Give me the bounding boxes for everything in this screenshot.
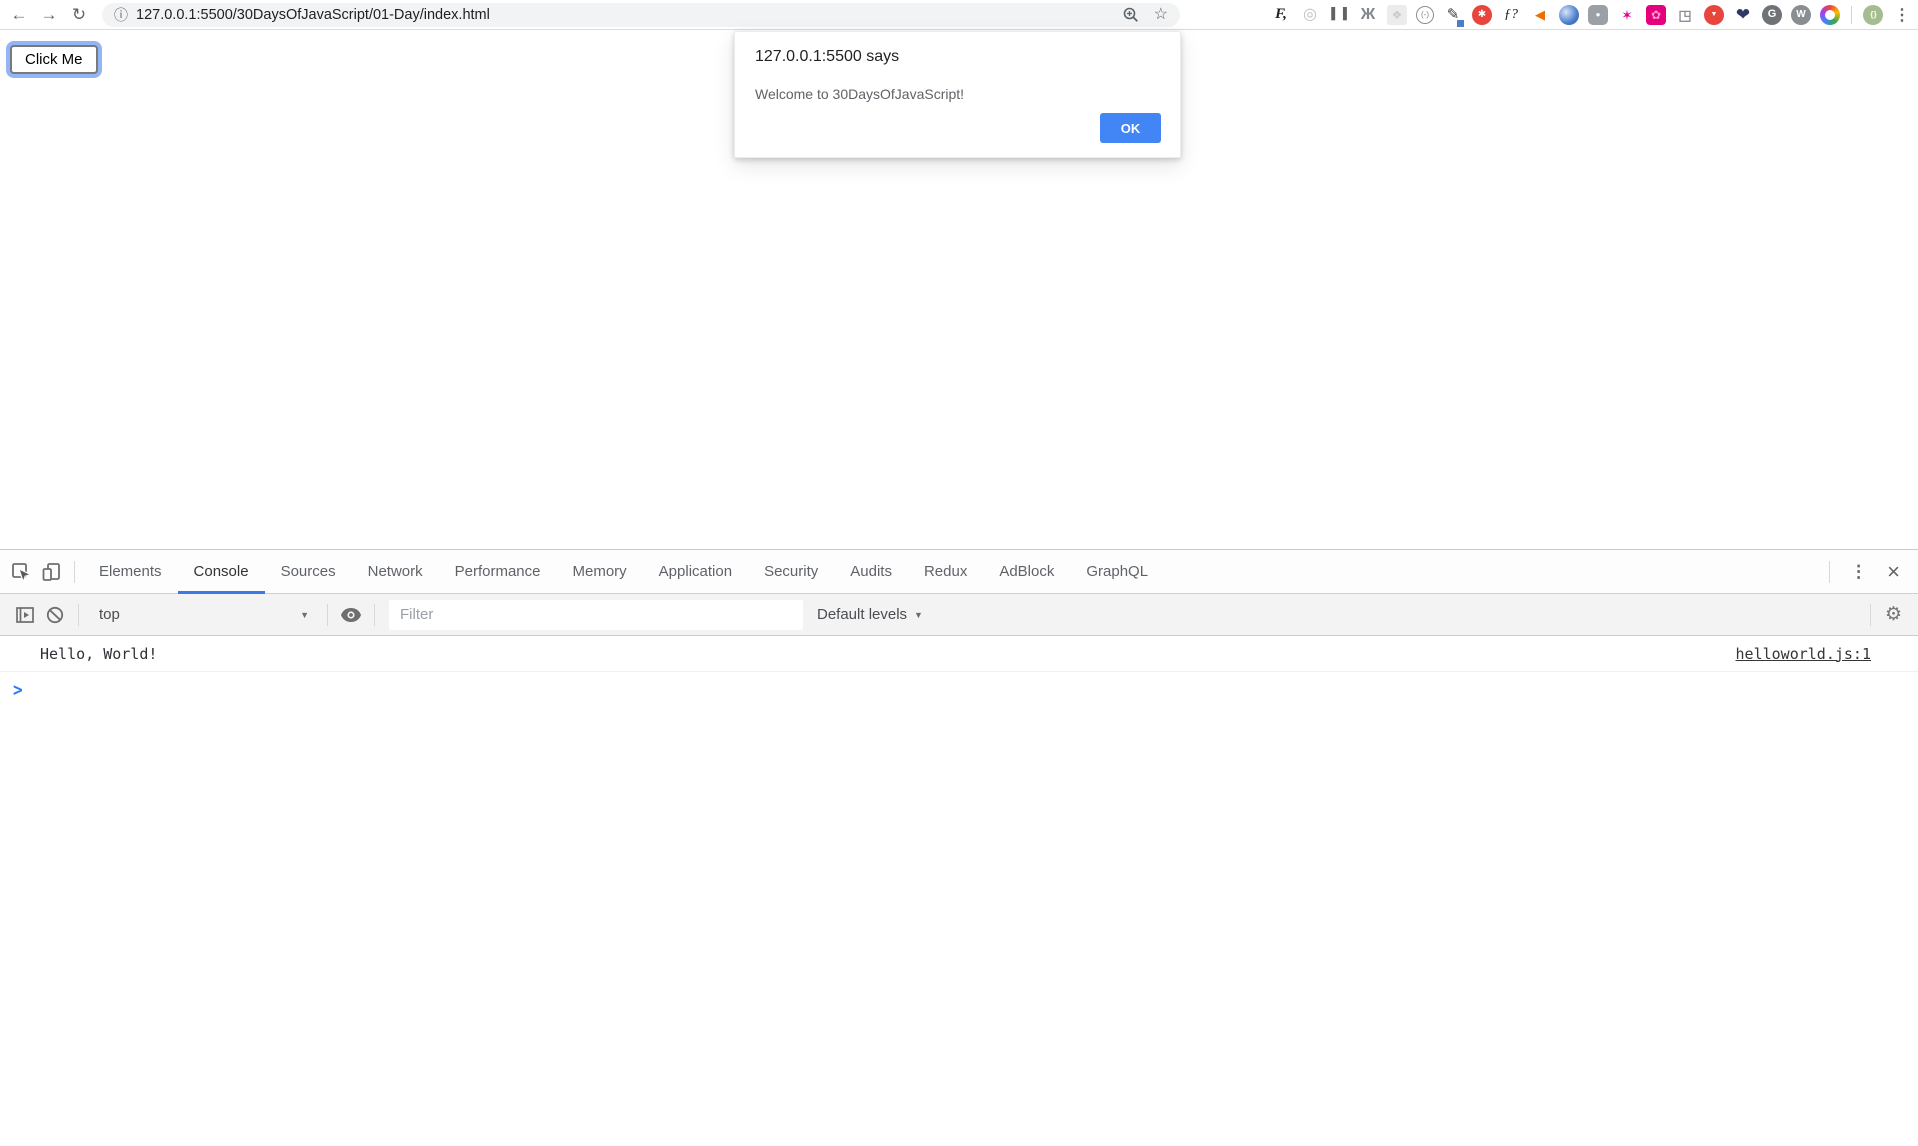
extensions-bar: F, ◎ ▌▐ Ж ❖ (-) ✎ ✱ ƒ? ◀ ● ✶ ✿ ◳ ▼ ❤ G W… <box>1271 5 1883 25</box>
forward-icon[interactable]: → <box>40 6 58 23</box>
console-log-message: Hello, World! <box>40 645 157 663</box>
tab-adblock[interactable]: AdBlock <box>983 550 1070 594</box>
browser-window: ← → ↻ ⓘ 127.0.0.1:5500/30DaysOfJavaScrip… <box>0 0 1918 1145</box>
tab-application[interactable]: Application <box>643 550 748 594</box>
context-selector[interactable]: top ▼ <box>87 606 319 623</box>
alert-dialog-message: Welcome to 30DaysOfJavaScript! <box>755 86 1160 102</box>
stop-hand-icon[interactable]: ✱ <box>1472 5 1492 25</box>
zoom-magnifier-icon[interactable] <box>1123 7 1139 23</box>
grid-icon[interactable]: ❖ <box>1387 5 1407 25</box>
tab-audits[interactable]: Audits <box>834 550 908 594</box>
chevron-down-icon: ▼ <box>914 610 923 620</box>
reload-icon[interactable]: ↻ <box>70 6 88 23</box>
code-parens-icon[interactable]: (-) <box>1416 6 1434 24</box>
toolbar-separator <box>1851 6 1852 24</box>
color-ring-icon[interactable] <box>1820 5 1840 25</box>
tab-network[interactable]: Network <box>352 550 439 594</box>
filter-input[interactable] <box>389 600 803 630</box>
megaphone-icon[interactable]: ◀ <box>1530 5 1550 25</box>
click-me-button[interactable]: Click Me <box>10 45 98 74</box>
context-selector-value: top <box>99 606 120 623</box>
browser-toolbar: ← → ↻ ⓘ 127.0.0.1:5500/30DaysOfJavaScrip… <box>0 0 1918 30</box>
bookmark-icon[interactable]: ▼ <box>1704 5 1724 25</box>
console-toolbar: top ▼ Default levels ▼ ⚙ <box>0 594 1918 636</box>
browser-menu-icon[interactable]: ⋮ <box>1894 5 1908 25</box>
json-braces-icon[interactable]: { } <box>1863 5 1883 25</box>
alert-ok-button[interactable]: OK <box>1100 113 1161 143</box>
omnibox-actions: ☆ <box>1123 7 1168 23</box>
eyedropper-icon[interactable]: ✎ <box>1443 5 1463 25</box>
tab-performance[interactable]: Performance <box>439 550 557 594</box>
tabbar-separator <box>74 561 75 583</box>
toolbar-separator <box>1870 604 1871 626</box>
clear-console-icon[interactable] <box>40 600 70 630</box>
back-icon[interactable]: ← <box>10 6 28 23</box>
alert-dialog-title: 127.0.0.1:5500 says <box>755 48 1160 66</box>
tab-elements[interactable]: Elements <box>83 550 178 594</box>
settings-gear-icon[interactable]: ⚙ <box>1879 603 1908 626</box>
heart-search-icon[interactable]: ❤ <box>1733 5 1753 25</box>
w-circle-icon[interactable]: W <box>1791 5 1811 25</box>
live-expression-eye-icon[interactable] <box>336 600 366 630</box>
address-bar[interactable]: ⓘ 127.0.0.1:5500/30DaysOfJavaScript/01-D… <box>102 3 1180 27</box>
g-circle-icon[interactable]: G <box>1762 5 1782 25</box>
devtools-tabbar: Elements Console Sources Network Perform… <box>0 550 1918 594</box>
pink-gear-icon[interactable]: ✿ <box>1646 5 1666 25</box>
devtools-menu-icon[interactable]: ⋮ <box>1838 562 1879 582</box>
console-prompt-icon: > <box>13 678 23 700</box>
color-ring-center <box>1825 10 1835 20</box>
devtools-close-icon[interactable]: × <box>1879 561 1908 583</box>
url-text: 127.0.0.1:5500/30DaysOfJavaScript/01-Day… <box>136 7 490 23</box>
toolbar-separator <box>374 604 375 626</box>
page-content: Click Me 127.0.0.1:5500 says Welcome to … <box>0 30 1918 549</box>
inspect-element-icon[interactable] <box>6 557 36 587</box>
tab-graphql[interactable]: GraphQL <box>1070 550 1164 594</box>
blocks-icon[interactable]: ◳ <box>1675 5 1695 25</box>
bug-icon[interactable]: Ж <box>1358 5 1378 25</box>
tab-memory[interactable]: Memory <box>557 550 643 594</box>
toolbar-separator <box>327 604 328 626</box>
graphql-icon[interactable]: ✶ <box>1617 5 1637 25</box>
function-help-icon[interactable]: ƒ? <box>1501 5 1521 25</box>
log-levels-value: Default levels <box>817 606 907 623</box>
console-log-row: Hello, World! helloworld.js:1 <box>0 636 1918 672</box>
tab-security[interactable]: Security <box>748 550 834 594</box>
target-spiral-icon[interactable]: ◎ <box>1300 5 1320 25</box>
tab-redux[interactable]: Redux <box>908 550 983 594</box>
site-info-icon[interactable]: ⓘ <box>114 5 128 25</box>
chevron-down-icon: ▼ <box>300 610 309 620</box>
blue-orb-icon[interactable] <box>1559 5 1579 25</box>
device-toolbar-icon[interactable] <box>36 557 66 587</box>
tabbar-separator <box>1829 561 1830 583</box>
devtools-panel: Elements Console Sources Network Perform… <box>0 549 1918 1145</box>
fonts-ninja-icon[interactable]: F, <box>1271 5 1291 25</box>
console-input-row[interactable]: > <box>0 672 1918 706</box>
tab-console[interactable]: Console <box>178 550 265 594</box>
camera-icon[interactable]: ● <box>1588 5 1608 25</box>
console-source-link[interactable]: helloworld.js:1 <box>1736 645 1871 663</box>
toolbar-separator <box>78 604 79 626</box>
nav-controls: ← → ↻ <box>10 6 88 23</box>
columns-icon[interactable]: ▌▐ <box>1329 5 1349 25</box>
bookmark-star-icon[interactable]: ☆ <box>1154 7 1168 23</box>
log-levels-dropdown[interactable]: Default levels ▼ <box>817 606 923 623</box>
tab-sources[interactable]: Sources <box>265 550 352 594</box>
console-sidebar-toggle-icon[interactable] <box>10 600 40 630</box>
alert-dialog: 127.0.0.1:5500 says Welcome to 30DaysOfJ… <box>734 31 1181 158</box>
